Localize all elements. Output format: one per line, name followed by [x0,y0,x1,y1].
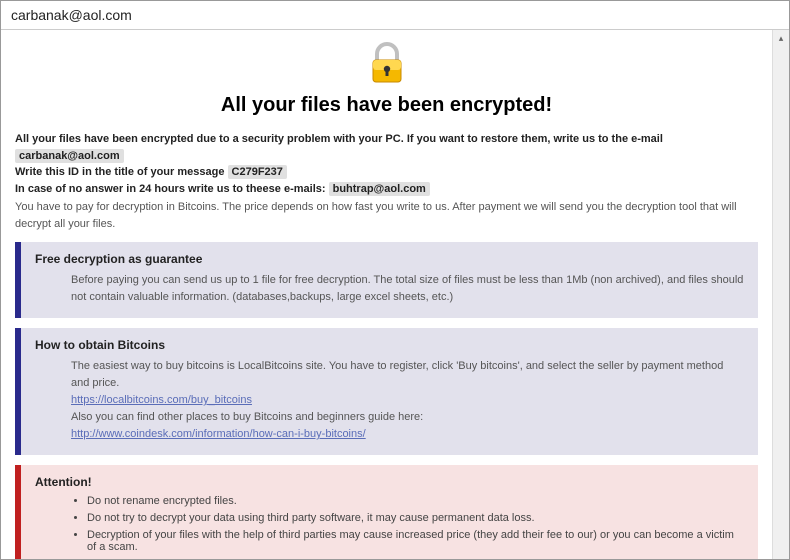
obtain-body: The easiest way to buy bitcoins is Local… [35,358,744,443]
headline: All your files have been encrypted! [15,94,758,117]
attention-title: Attention! [35,475,744,489]
vertical-scrollbar[interactable]: ▴ [772,30,789,559]
contact-email-primary: carbanak@aol.com [15,149,124,163]
content-wrap: All your files have been encrypted! All … [1,30,789,559]
contact-email-secondary: buhtrap@aol.com [329,182,430,196]
intro-line-2: Write this ID in the title of your messa… [15,164,758,181]
window-title: carbanak@aol.com [11,7,132,23]
bitcoin-link-2[interactable]: http://www.coindesk.com/information/how-… [71,428,366,440]
attention-box: Attention! Do not rename encrypted files… [15,465,758,559]
guarantee-box: Free decryption as guarantee Before payi… [15,242,758,318]
lock-icon [363,40,411,88]
intro-line-3: In case of no answer in 24 hours write u… [15,181,758,198]
victim-id: C279F237 [228,165,287,179]
obtain-line-1: The easiest way to buy bitcoins is Local… [71,358,744,392]
bitcoin-link-1[interactable]: https://localbitcoins.com/buy_bitcoins [71,394,252,406]
scroll-up-arrow-icon[interactable]: ▴ [773,30,789,46]
obtain-title: How to obtain Bitcoins [35,338,744,352]
list-item: Do not rename encrypted files. [87,495,744,507]
main-content: All your files have been encrypted! All … [1,30,772,559]
payment-instruction: You have to pay for decryption in Bitcoi… [15,199,758,232]
guarantee-body: Before paying you can send us up to 1 fi… [35,272,744,306]
obtain-line-2: Also you can find other places to buy Bi… [71,409,744,426]
list-item: Decryption of your files with the help o… [87,529,744,553]
guarantee-title: Free decryption as guarantee [35,252,744,266]
obtain-box: How to obtain Bitcoins The easiest way t… [15,328,758,455]
intro-line-1: All your files have been encrypted due t… [15,131,758,164]
intro-block: All your files have been encrypted due t… [15,131,758,232]
attention-list: Do not rename encrypted files. Do not tr… [35,495,744,553]
window-titlebar[interactable]: carbanak@aol.com [1,1,789,30]
app-window: carbanak@aol.com All your files have bee… [0,0,790,560]
list-item: Do not try to decrypt your data using th… [87,512,744,524]
